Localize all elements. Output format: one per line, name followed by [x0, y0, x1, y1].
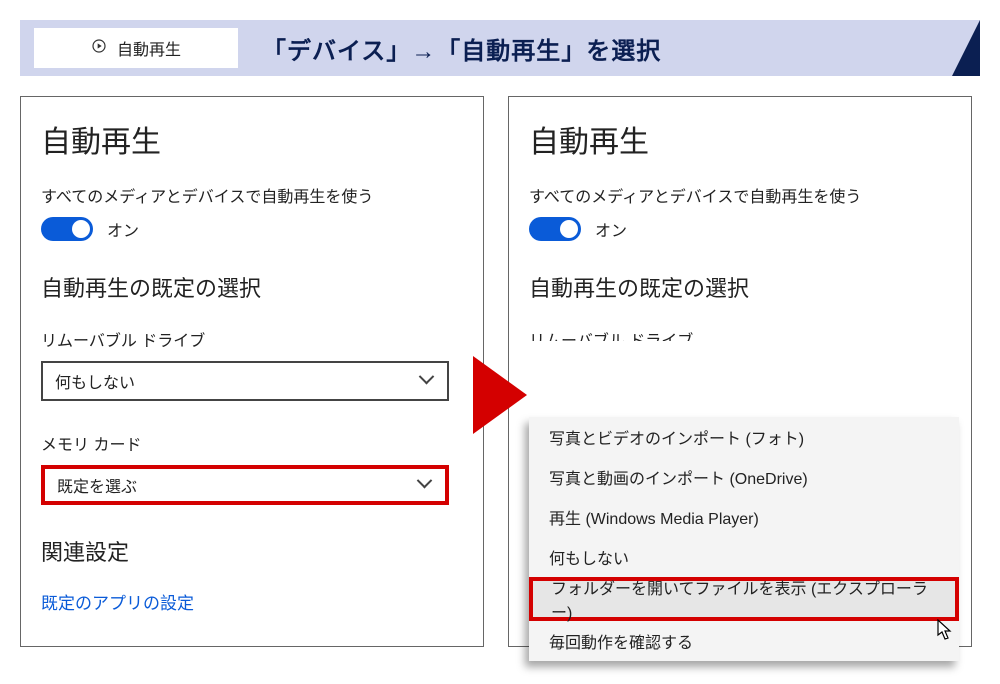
default-apps-link[interactable]: 既定のアプリの設定 [41, 594, 194, 613]
page-title: 自動再生 [529, 117, 951, 161]
removable-drive-value: 何もしない [55, 369, 135, 393]
autoplay-toggle[interactable] [41, 217, 93, 241]
chevron-down-icon [421, 374, 435, 388]
arrow-icon [473, 356, 527, 439]
removable-drive-dropdown[interactable]: 写真とビデオのインポート (フォト) 写真と動画のインポート (OneDrive… [529, 417, 959, 661]
toggle-state-label: オン [595, 217, 627, 241]
settings-panel-left: 自動再生 すべてのメディアとデバイスで自動再生を使う オン 自動再生の既定の選択… [20, 96, 484, 647]
dropdown-option-play-wmp[interactable]: 再生 (Windows Media Player) [529, 497, 959, 537]
banner-corner-decoration [952, 20, 980, 76]
dropdown-option-ask-every-time[interactable]: 毎回動作を確認する [529, 621, 959, 661]
removable-drive-label: リムーバブル ドライブ [41, 327, 463, 351]
removable-drive-select[interactable]: 何もしない [41, 361, 449, 401]
autoplay-nav-label: 自動再生 [117, 36, 181, 60]
autoplay-toggle[interactable] [529, 217, 581, 241]
dropdown-option-import-onedrive[interactable]: 写真と動画のインポート (OneDrive) [529, 457, 959, 497]
memorycard-value: 既定を選ぶ [57, 473, 137, 497]
chevron-down-icon [419, 478, 433, 492]
related-settings-title: 関連設定 [41, 535, 463, 567]
page-title: 自動再生 [41, 117, 463, 161]
instruction-banner: 自動再生 「デバイス」→「自動再生」を選択 [20, 20, 980, 76]
dropdown-option-open-folder[interactable]: フォルダーを開いてファイルを表示 (エクスプローラー) [529, 577, 959, 621]
settings-panel-right: 自動再生 すべてのメディアとデバイスで自動再生を使う オン 自動再生の既定の選択… [508, 96, 972, 647]
memorycard-select[interactable]: 既定を選ぶ [41, 465, 449, 505]
autoplay-icon [91, 38, 107, 59]
toggle-state-label: オン [107, 217, 139, 241]
dropdown-option-do-nothing[interactable]: 何もしない [529, 537, 959, 577]
removable-drive-label: リムーバブル ドライブ [529, 327, 951, 341]
use-autoplay-label: すべてのメディアとデバイスで自動再生を使う [529, 183, 951, 207]
memorycard-label: メモリ カード [41, 431, 463, 455]
autoplay-nav-button: 自動再生 [34, 28, 238, 68]
dropdown-option-import-photos[interactable]: 写真とビデオのインポート (フォト) [529, 417, 959, 457]
use-autoplay-label: すべてのメディアとデバイスで自動再生を使う [41, 183, 463, 207]
defaults-section-title: 自動再生の既定の選択 [41, 271, 463, 303]
defaults-section-title: 自動再生の既定の選択 [529, 271, 951, 303]
toggle-knob [560, 220, 578, 238]
toggle-knob [72, 220, 90, 238]
instruction-heading: 「デバイス」→「自動再生」を選択 [262, 31, 661, 66]
